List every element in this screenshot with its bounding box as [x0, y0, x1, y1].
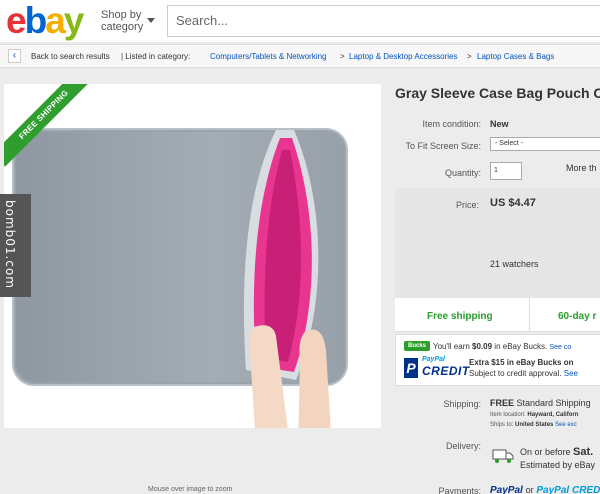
ships-to-label: Ships to: — [490, 422, 514, 428]
breadcrumb-computers[interactable]: Computers/Tablets & Networking — [210, 52, 327, 61]
truck-icon — [492, 449, 514, 463]
breadcrumb-separator: > — [467, 52, 472, 61]
back-arrow-icon[interactable]: ‹ — [8, 49, 21, 63]
shop-by-category-button[interactable]: Shop by category — [101, 9, 155, 33]
screen-size-label: To Fit Screen Size: — [405, 141, 481, 151]
breadcrumb-accessories[interactable]: Laptop & Desktop Accessories — [349, 52, 458, 61]
item-location-label: Item location: — [490, 412, 526, 418]
ships-to-value: United States — [515, 422, 554, 428]
screen-size-select[interactable]: - Select - — [490, 137, 600, 151]
shop-by-label: Shop by category — [101, 9, 144, 33]
shipping-label: Shipping: — [443, 399, 481, 409]
paypal-credit-offer: Extra $15 in eBay Bucks on — [469, 358, 574, 367]
watchers-count: 21 watchers — [490, 259, 539, 269]
paypal-wordmark: PayPal — [422, 356, 445, 363]
divider — [529, 298, 530, 332]
shipping-free: FREE — [490, 398, 515, 408]
shipping-method: Standard Shipping — [516, 398, 591, 408]
item-location: Item location: Hayward, Californ — [490, 412, 578, 418]
logo-letter-b: b — [24, 0, 48, 41]
free-shipping-text: Free shipping — [427, 311, 493, 322]
bucks-amount: $0.09 — [472, 342, 493, 351]
back-to-results-link[interactable]: Back to search results — [31, 52, 110, 61]
ebay-bucks-text: You'll earn $0.09 in eBay Bucks. See co — [433, 342, 571, 351]
shipping-returns-row: Free shipping 60-day r — [395, 298, 600, 332]
listed-in-label: | Listed in category: — [121, 52, 191, 61]
price-value: US $4.47 — [490, 197, 536, 209]
bucks-prefix: You'll earn — [433, 342, 473, 351]
paypal-credit-wordmark: CREDIT — [422, 364, 470, 378]
bucks-see-conditions-link[interactable]: See co — [549, 344, 571, 351]
credit-approval-text: Subject to credit approval. — [469, 369, 562, 378]
delivery-prefix: On or before — [520, 447, 574, 457]
delivery-label: Delivery: — [445, 441, 481, 451]
ebay-logo[interactable]: ebay — [6, 0, 85, 41]
ships-to: Ships to: United States See exc — [490, 422, 577, 428]
site-watermark: bomb01.com — [0, 194, 31, 297]
hand-fingers — [249, 325, 331, 428]
chevron-down-icon — [147, 18, 155, 23]
payment-methods: PayPal or PayPal CREDIT — [490, 485, 600, 494]
price-label: Price: — [455, 200, 479, 210]
quantity-input[interactable]: 1 — [490, 162, 522, 180]
logo-letter-e: e — [6, 0, 27, 41]
paypal-p-icon: P — [404, 358, 418, 378]
item-location-value: Hayward, Californ — [527, 412, 579, 418]
ebay-bucks-icon: Bucks — [404, 341, 430, 351]
product-image[interactable]: FREE SHIPPING — [4, 84, 381, 428]
delivery-estimated-by: Estimated by eBay — [520, 460, 596, 470]
delivery-estimate: On or before Sat. — [520, 446, 593, 458]
condition-label: Item condition: — [422, 119, 481, 129]
watermark-text: bomb01.com — [3, 200, 17, 289]
payments-label: Payments: — [438, 486, 481, 494]
breadcrumb-separator: > — [340, 52, 345, 61]
search-input[interactable]: Search... — [167, 5, 600, 37]
breadcrumb-cases[interactable]: Laptop Cases & Bags — [477, 52, 554, 61]
logo-letter-y: y — [63, 0, 85, 41]
see-exclusions-link[interactable]: See exc — [555, 422, 577, 428]
delivery-day: Sat. — [573, 446, 594, 458]
item-title: Gray Sleeve Case Bag Pouch Co — [395, 85, 600, 101]
paypal-credit-see-link[interactable]: See — [564, 369, 578, 378]
returns-text: 60-day r — [558, 311, 597, 322]
paypal-credit-terms: Subject to credit approval. See — [469, 369, 578, 378]
paypal-credit-logo: PayPal CREDIT — [536, 485, 600, 494]
condition-value: New — [490, 119, 509, 129]
shipping-value: FREE Standard Shipping — [490, 398, 591, 408]
bucks-suffix: in eBay Bucks. — [492, 342, 548, 351]
header-bar: ebay Shop by category Search... — [0, 0, 600, 42]
paypal-logo: PayPal — [490, 485, 523, 494]
more-available-text: More th — [566, 163, 597, 173]
zoom-hint: Mouse over image to zoom — [148, 486, 233, 493]
logo-letter-a: a — [45, 0, 66, 41]
payments-or: or — [525, 485, 534, 494]
quantity-label: Quantity: — [444, 168, 481, 178]
breadcrumb: ‹ Back to search results | Listed in cat… — [0, 44, 600, 68]
